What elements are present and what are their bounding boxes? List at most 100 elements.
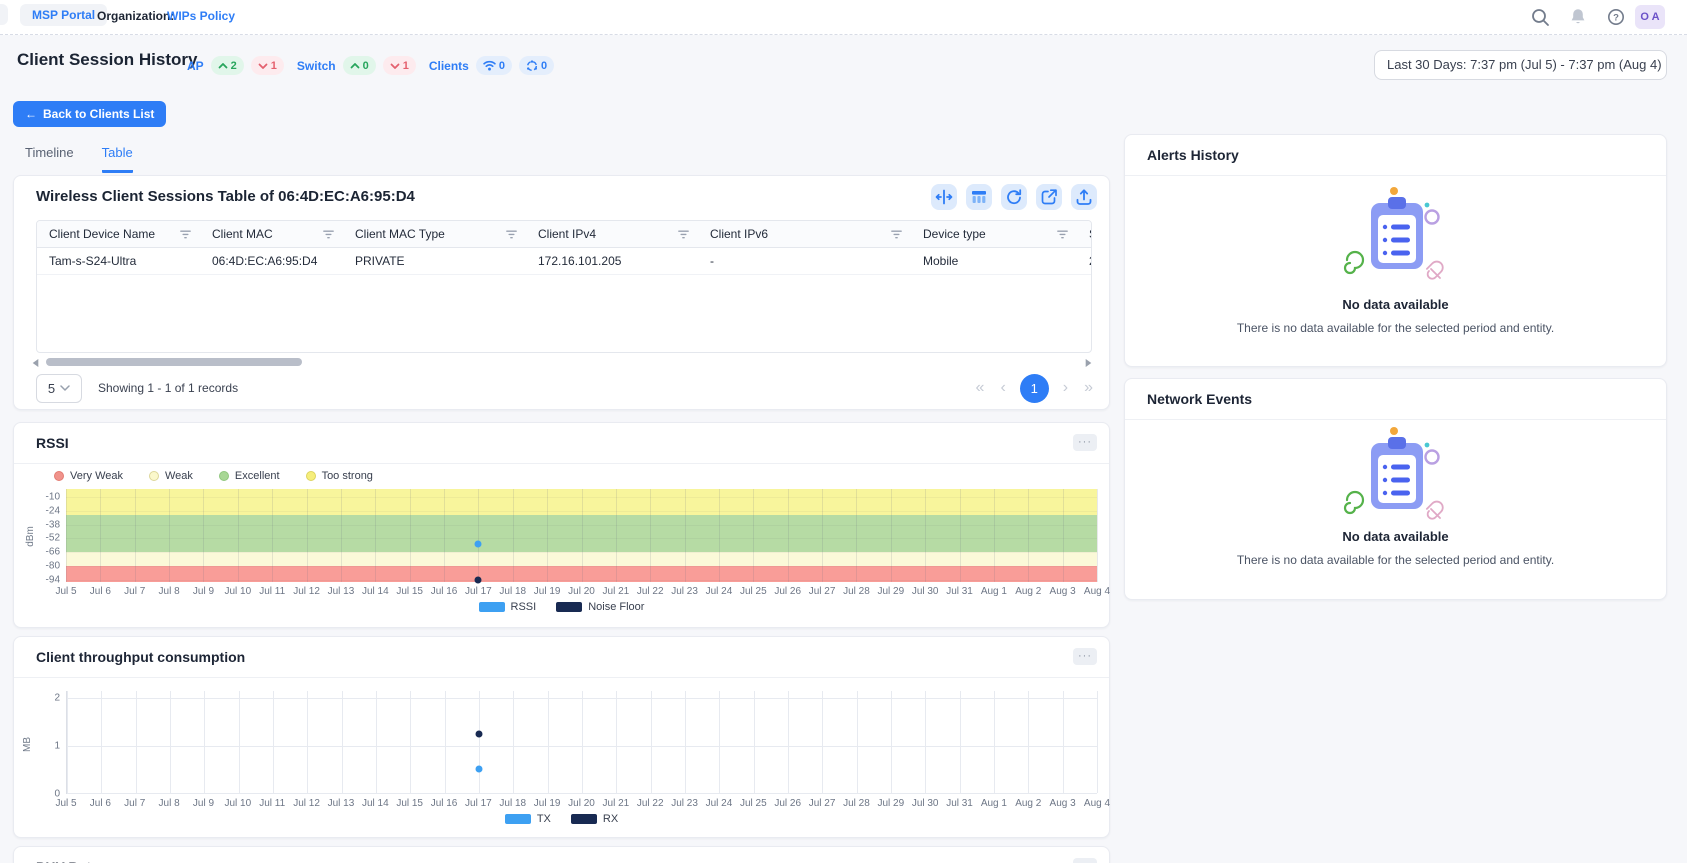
x-tick-label: Jul 10 [224,798,251,809]
switch-up-badge[interactable]: 0 [343,56,376,75]
x-tick-label: Jul 9 [193,798,214,809]
scroll-right-button[interactable] [1086,359,1092,367]
filter-icon[interactable] [1056,228,1069,240]
x-tick-label: Jul 16 [431,586,458,597]
legend-tx[interactable]: TX [505,813,551,825]
y-tick-label: -66 [46,547,60,558]
no-data-illustration [1331,183,1461,287]
alerts-history-title: Alerts History [1147,147,1239,163]
back-to-clients-list-button[interactable]: ← Back to Clients List [13,101,166,127]
x-tick-label: Jul 23 [671,586,698,597]
y-tick-label: -80 [46,561,60,572]
x-tick-label: Aug 2 [1015,798,1041,809]
top-bar: MSP Portal Organization: WIPs Policy ? O… [0,0,1687,35]
x-tick-label: Aug 4 [1084,586,1110,597]
pagination-next-button[interactable]: › [1061,379,1070,397]
alerts-history-card: Alerts History No data available There i… [1124,134,1667,367]
chevron-down-icon [390,62,400,70]
pagination-first-button[interactable]: « [974,379,987,397]
chevron-up-icon [350,62,360,70]
table-cell: - [698,248,911,275]
more-options-button[interactable]: ··· [1073,434,1097,451]
rssi-data-point [475,541,482,548]
x-tick-label: Jul 24 [706,798,733,809]
tab-timeline[interactable]: Timeline [25,145,74,173]
sessions-table-card: Wireless Client Sessions Table of 06:4D:… [13,175,1110,410]
ap-down-badge[interactable]: 1 [251,56,284,75]
scrollbar-thumb[interactable] [46,358,302,366]
help-icon[interactable]: ? [1606,7,1626,27]
date-range-picker[interactable]: Last 30 Days: 7:37 pm (Jul 5) - 7:37 pm … [1374,50,1667,80]
x-tick-label: Jul 5 [55,586,76,597]
band-legend-weak: Weak [149,470,193,482]
page-size-select[interactable]: 5 [36,374,82,403]
back-arrow-icon: ← [25,107,37,121]
export-button[interactable] [1071,184,1097,210]
filter-icon[interactable] [505,228,518,240]
rx-data-point [476,730,483,737]
x-tick-label: Jul 13 [328,586,355,597]
chevron-down-icon [258,62,268,70]
clients-wifi-badge[interactable]: 0 [476,56,512,75]
filter-icon[interactable] [179,228,192,240]
chevron-up-icon [218,62,228,70]
column-header-client-mac[interactable]: Client MAC [200,221,343,248]
manage-columns-button[interactable] [966,184,992,210]
switch-down-badge[interactable]: 1 [383,56,416,75]
scroll-left-button[interactable] [33,359,39,367]
table-cell: Tam-s-S24-Ultra [37,248,200,275]
column-header-client-device-name[interactable]: Client Device Name [37,221,200,248]
no-data-illustration [1331,423,1461,527]
column-header-client-ipv6[interactable]: Client IPv6 [698,221,911,248]
tab-table[interactable]: Table [102,145,133,173]
pagination-prev-button[interactable]: ‹ [998,379,1007,397]
y-tick-label: -10 [46,491,60,502]
x-tick-label: Jul 22 [637,586,664,597]
x-axis-ticks: Jul 5Jul 6Jul 7Jul 8Jul 9Jul 10Jul 11Jul… [66,586,1097,600]
msp-portal-badge[interactable]: MSP Portal [20,4,107,26]
clients-mesh-badge[interactable]: 0 [519,56,554,75]
legend-swatch [505,814,531,824]
avatar[interactable]: O A [1635,5,1665,29]
column-header-client-mac-type[interactable]: Client MAC Type [343,221,526,248]
refresh-button[interactable] [1001,184,1027,210]
horizontal-scrollbar[interactable] [32,357,1092,367]
collapsed-sidebar-button[interactable] [0,4,8,25]
no-data-message: There is no data available for the selec… [1125,553,1666,567]
x-tick-label: Jul 18 [499,586,526,597]
x-tick-label: Aug 3 [1050,798,1076,809]
x-tick-label: Jul 28 [843,798,870,809]
ap-up-badge[interactable]: 2 [211,56,244,75]
filter-icon[interactable] [890,228,903,240]
switch-down-count: 1 [403,60,409,72]
clients-mesh-count: 0 [541,60,547,72]
legend-noise-floor[interactable]: Noise Floor [556,601,644,613]
open-in-new-button[interactable] [1036,184,1062,210]
organization-name-link[interactable]: WIPs Policy [167,9,235,23]
more-options-button[interactable]: ··· [1073,858,1097,863]
column-header-client-ipv4[interactable]: Client IPv4 [526,221,698,248]
x-tick-label: Jul 25 [740,586,767,597]
rssi-plot-area [66,489,1097,582]
pagination-row: 5 Showing 1 - 1 of 1 records « ‹ 1 › » [36,372,1095,404]
resize-columns-button[interactable] [931,184,957,210]
pagination-last-button[interactable]: » [1082,379,1095,397]
y-tick-label: -94 [46,575,60,586]
legend-rssi[interactable]: RSSI [479,601,537,613]
rssi-band-legend: Very WeakWeakExcellentToo strong [54,470,373,482]
filter-icon[interactable] [677,228,690,240]
filter-icon[interactable] [322,228,335,240]
column-header-device-type[interactable]: Device type [911,221,1077,248]
search-icon[interactable] [1530,7,1550,27]
table-header-row: Client Device NameClient MACClient MAC T… [37,221,1092,248]
more-options-button[interactable]: ··· [1073,648,1097,665]
pagination-page-1[interactable]: 1 [1020,374,1049,403]
notifications-bell-icon[interactable] [1568,7,1588,27]
table-toolbar [931,184,1097,210]
table-cell: 172.16.101.205 [526,248,698,275]
column-header-session-duration[interactable]: Session Duration [1077,221,1092,248]
legend-rx[interactable]: RX [571,813,618,825]
rssi-title: RSSI [36,435,69,451]
svg-text:?: ? [1613,12,1619,23]
date-range-text: Last 30 Days: 7:37 pm (Jul 5) - 7:37 pm … [1387,57,1662,72]
